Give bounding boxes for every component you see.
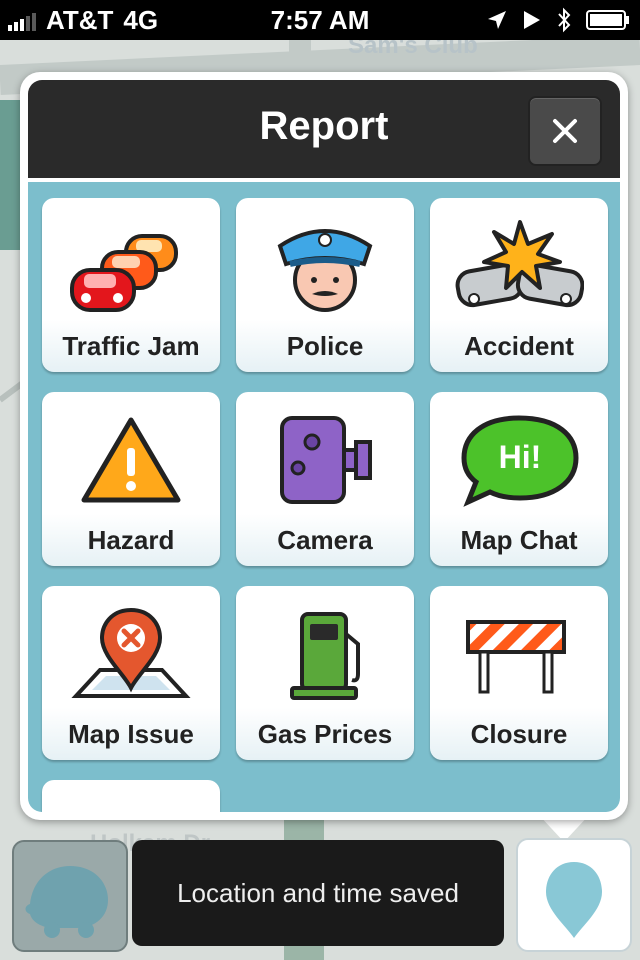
report-grid: Traffic Jam Police Accident Hazard Camer… xyxy=(28,182,620,812)
map-chat-icon: Hi! xyxy=(461,415,579,507)
report-camera-button[interactable]: Camera xyxy=(236,392,414,566)
location-arrow-icon xyxy=(488,11,506,29)
hazard-icon xyxy=(81,417,181,503)
report-gas-prices-button[interactable]: Gas Prices xyxy=(236,586,414,760)
status-toast: Location and time saved xyxy=(132,840,504,946)
camera-icon xyxy=(280,416,372,504)
battery-icon xyxy=(586,10,629,30)
tile-label: Traffic Jam xyxy=(62,331,200,361)
report-button[interactable] xyxy=(516,838,632,952)
tile-label: Map Chat xyxy=(460,525,578,555)
tile-label: Map Issue xyxy=(68,719,194,749)
status-bar: AT&T 4G 7:57 AM xyxy=(0,0,640,40)
tile-label: Hazard xyxy=(87,525,175,555)
traffic-jam-icon xyxy=(70,234,178,312)
report-pin-icon xyxy=(546,862,602,938)
tile-label: Closure xyxy=(470,719,568,749)
report-traffic-jam-button[interactable]: Traffic Jam xyxy=(42,198,220,372)
closure-icon xyxy=(466,620,566,694)
report-more-button[interactable] xyxy=(42,780,220,812)
tile-label: Gas Prices xyxy=(257,719,393,749)
tile-label: Police xyxy=(286,331,364,361)
report-closure-button[interactable]: Closure xyxy=(430,586,608,760)
gas-prices-icon xyxy=(290,612,360,700)
bluetooth-icon xyxy=(558,7,571,33)
accident-icon xyxy=(455,220,584,308)
report-map-issue-button[interactable]: Map Issue xyxy=(42,586,220,760)
tile-label: Accident xyxy=(464,331,574,361)
police-icon xyxy=(277,229,373,312)
map-label-poi: Sam's Club xyxy=(348,40,478,59)
close-button[interactable] xyxy=(528,96,602,166)
report-dialog: Report Traffic Jam Police Accident Hazar… xyxy=(20,72,628,820)
play-icon xyxy=(524,11,540,29)
report-police-button[interactable]: Police xyxy=(236,198,414,372)
tile-label: Camera xyxy=(277,525,373,555)
close-icon xyxy=(553,119,577,143)
map-issue-icon xyxy=(71,607,191,698)
report-hazard-button[interactable]: Hazard xyxy=(42,392,220,566)
waze-menu-button[interactable] xyxy=(12,840,128,952)
report-map-chat-button[interactable]: Hi! Map Chat xyxy=(430,392,608,566)
report-accident-button[interactable]: Accident xyxy=(430,198,608,372)
map-chat-bubble-text: Hi! xyxy=(499,439,542,475)
waze-icon xyxy=(25,866,108,938)
report-header: Report xyxy=(28,80,620,182)
